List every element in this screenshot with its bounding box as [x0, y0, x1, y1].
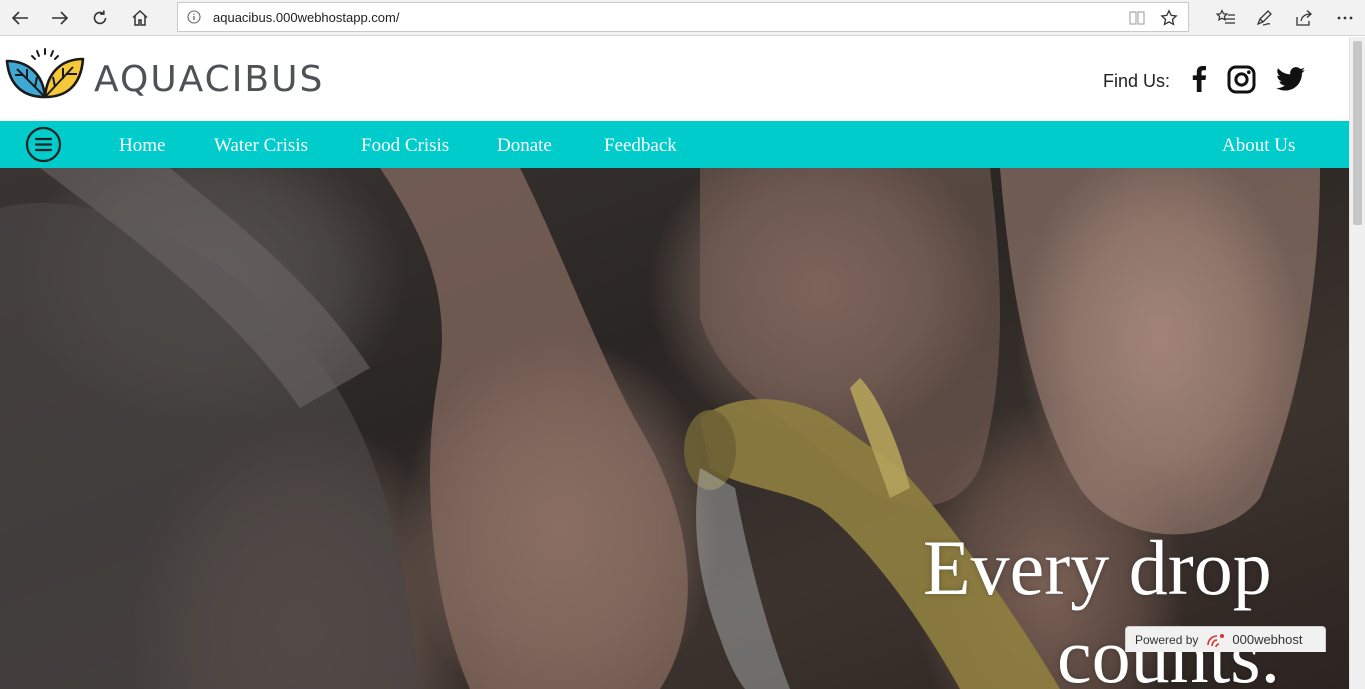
more-dots-icon: [1337, 16, 1353, 20]
main-nav: Home Water Crisis Food Crisis Donate Fee…: [0, 121, 1349, 168]
home-icon: [132, 9, 148, 26]
forward-arrow-icon: [52, 11, 69, 25]
favorites-hub-button[interactable]: [1211, 4, 1241, 32]
hero-title-line1: Every drop: [923, 524, 1272, 611]
facebook-icon: [1192, 66, 1207, 92]
reading-view-button[interactable]: [1126, 7, 1148, 29]
nav-about-us[interactable]: About Us: [1222, 135, 1295, 157]
pen-icon: [1256, 10, 1272, 26]
hero-title: Every drop counts.: [923, 524, 1349, 689]
refresh-icon: [93, 10, 107, 25]
back-arrow-icon: [11, 11, 28, 25]
site-header: AQUACIBUS Find Us:: [0, 37, 1349, 121]
page-viewport: AQUACIBUS Find Us: Home Water Crisis Foo…: [0, 37, 1349, 689]
instagram-icon: [1227, 65, 1255, 93]
forward-button[interactable]: [44, 4, 76, 32]
hero-banner: Every drop counts.: [0, 168, 1349, 689]
page-scrollbar[interactable]: [1349, 37, 1365, 689]
nav-home[interactable]: Home: [119, 135, 165, 157]
more-button[interactable]: [1330, 4, 1360, 32]
nav-food-crisis[interactable]: Food Crisis: [361, 135, 449, 157]
star-icon: [1160, 9, 1178, 26]
instagram-link[interactable]: [1224, 63, 1258, 95]
twitter-icon: [1275, 67, 1305, 91]
home-button[interactable]: [124, 4, 156, 32]
book-icon: [1129, 11, 1145, 25]
powered-by-brand: 000webhost: [1232, 632, 1303, 647]
back-button[interactable]: [4, 4, 36, 32]
address-bar[interactable]: aquacibus.000webhostapp.com/: [177, 2, 1189, 32]
host-logo-icon: [1207, 633, 1225, 647]
favorite-button[interactable]: [1158, 7, 1180, 29]
scrollbar-thumb[interactable]: [1353, 41, 1362, 225]
share-icon: [1296, 10, 1312, 26]
nav-donate[interactable]: Donate: [497, 135, 552, 157]
refresh-button[interactable]: [84, 4, 116, 32]
info-icon[interactable]: [186, 9, 202, 25]
twitter-link[interactable]: [1274, 63, 1306, 95]
favorites-list-icon: [1216, 9, 1235, 24]
nav-feedback[interactable]: Feedback: [604, 135, 677, 157]
facebook-link[interactable]: [1188, 63, 1210, 95]
leaf-logo-icon: [5, 48, 85, 99]
hamburger-icon: [25, 126, 62, 163]
site-logo[interactable]: AQUACIBUS: [5, 47, 324, 103]
find-us-label: Find Us:: [1103, 71, 1171, 91]
nav-water-crisis[interactable]: Water Crisis: [214, 135, 308, 157]
browser-toolbar: aquacibus.000webhostapp.com/: [0, 0, 1365, 36]
menu-toggle-button[interactable]: [25, 126, 62, 163]
url-text[interactable]: aquacibus.000webhostapp.com/: [213, 10, 399, 25]
web-note-button[interactable]: [1250, 4, 1280, 32]
powered-by-badge[interactable]: Powered by 000webhost: [1125, 626, 1326, 652]
share-button[interactable]: [1290, 4, 1320, 32]
powered-by-label: Powered by: [1135, 632, 1199, 647]
logo-wordmark: AQUACIBUS: [94, 58, 325, 100]
